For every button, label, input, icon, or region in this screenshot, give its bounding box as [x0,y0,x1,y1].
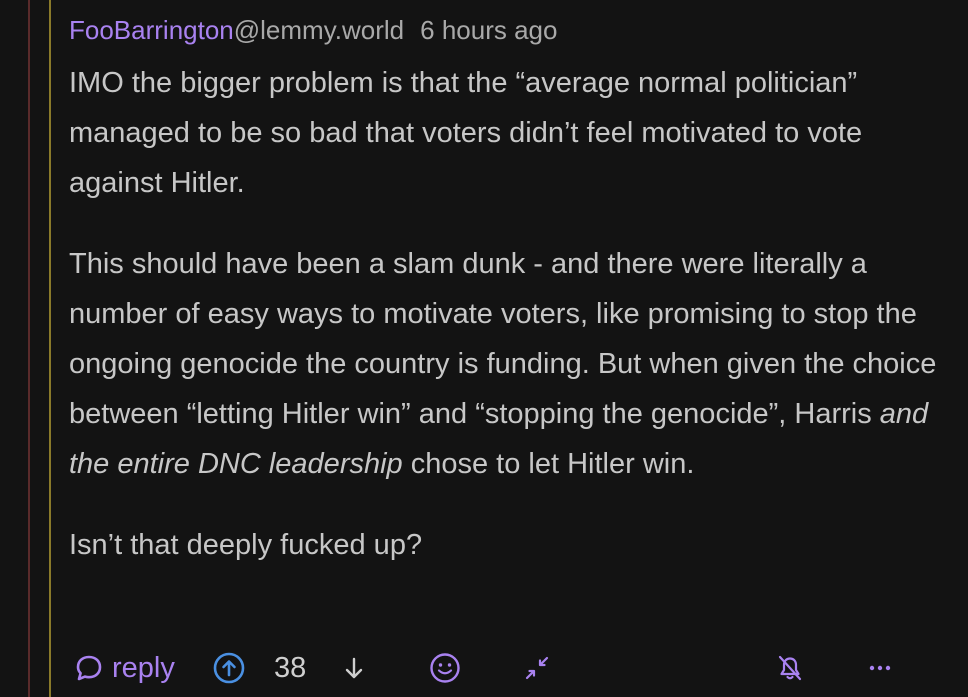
paragraph-text: This should have been a slam dunk - and … [69,248,937,430]
arrow-down-icon [345,657,363,679]
speech-bubble-icon [76,655,102,681]
upvote-button[interactable] [212,642,246,694]
downvote-button[interactable] [340,642,368,694]
emoji-button[interactable] [428,642,462,694]
thread-line-inner [49,0,51,697]
comment-instance[interactable]: @lemmy.world [234,10,404,50]
comment: FooBarrington @lemmy.world 6 hours ago IM… [69,10,949,570]
comment-timestamp: 6 hours ago [420,15,558,45]
collapse-arrows-icon [525,656,549,680]
comment-username[interactable]: FooBarrington [69,10,234,50]
comment-paragraph: This should have been a slam dunk - and … [69,239,949,489]
comment-body: IMO the bigger problem is that the “aver… [69,58,949,570]
arrow-up-circle-icon [213,652,245,684]
score: 38 [274,651,307,684]
more-dots-icon [869,665,891,671]
thread-line-outer [28,0,30,697]
paragraph-text: chose to let Hitler win. [402,448,695,480]
comment-paragraph: IMO the bigger problem is that the “aver… [69,67,863,199]
reply-button[interactable]: reply [74,642,175,694]
comment-header: FooBarrington @lemmy.world 6 hours ago [69,10,949,50]
more-options-button[interactable] [865,642,895,694]
collapse-button[interactable] [522,642,552,694]
comment-paragraph: Isn’t that deeply fucked up? [69,529,423,561]
comment-actions: reply 38 [0,642,968,694]
mute-notifications-button[interactable] [775,642,805,694]
reply-label: reply [112,651,175,684]
bell-off-icon [778,655,802,681]
smiley-icon [430,653,460,683]
